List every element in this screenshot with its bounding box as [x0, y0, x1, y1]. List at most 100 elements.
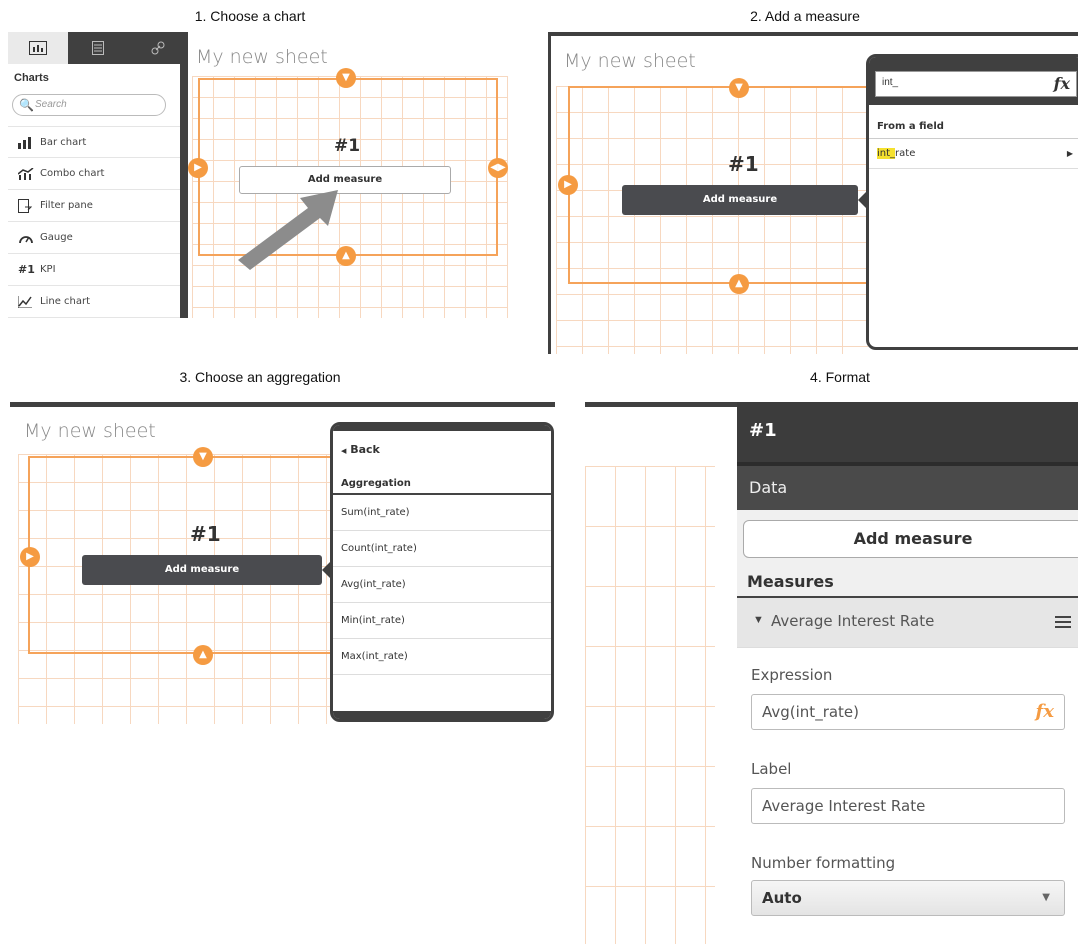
panel-choose-aggregation: My new sheet ▼ ▶ ▲ #1 Add measure ◀ Back…: [10, 402, 555, 724]
aggregation-option-max[interactable]: Max(int_rate): [333, 639, 551, 675]
drag-menu-icon[interactable]: [1055, 616, 1071, 628]
measures-heading: Measures: [747, 572, 834, 591]
sheet-title: My new sheet: [24, 420, 156, 442]
caption-step-4: 4. Format: [810, 369, 870, 385]
expression-value: Avg(int_rate): [762, 703, 860, 721]
chart-type-label: KPI: [40, 264, 56, 275]
chart-type-line[interactable]: Line chart: [8, 286, 180, 318]
number-formatting-select[interactable]: Auto ▼: [751, 880, 1065, 916]
sidebar-heading: Charts: [14, 72, 49, 84]
popup-top-bar: [333, 425, 551, 431]
search-input[interactable]: 🔍 Search: [12, 94, 166, 116]
caption-step-2: 2. Add a measure: [750, 8, 860, 24]
aggregation-option-sum[interactable]: Sum(int_rate): [333, 495, 551, 531]
search-icon: 🔍: [19, 98, 34, 112]
back-label: Back: [350, 443, 380, 456]
chart-type-label: Filter pane: [40, 200, 93, 211]
section-heading: From a field: [869, 115, 1078, 139]
panel-top-border: [548, 32, 1078, 36]
pointer-arrow-icon: [238, 190, 338, 270]
field-item-int-rate[interactable]: int_rate ▶: [869, 139, 1078, 169]
chart-type-kpi[interactable]: #1 KPI: [8, 254, 180, 286]
measure-item-header[interactable]: ▼ Average Interest Rate: [737, 598, 1078, 648]
chart-type-bar[interactable]: Bar chart: [8, 126, 180, 158]
resize-handle-right[interactable]: ◀▶: [488, 158, 508, 178]
add-measure-button[interactable]: Add measure: [743, 520, 1078, 558]
aggregation-option-min[interactable]: Min(int_rate): [333, 603, 551, 639]
resize-handle-left[interactable]: ▶: [20, 547, 40, 567]
line-chart-icon: [17, 286, 36, 318]
resize-handle-top[interactable]: ▼: [729, 78, 749, 98]
resize-handle-bottom[interactable]: ▲: [193, 645, 213, 665]
aggregation-option-avg[interactable]: Avg(int_rate): [333, 567, 551, 603]
chevron-down-icon: ▼: [1042, 892, 1050, 903]
panel-choose-chart: Charts 🔍 Search Bar chart Combo chart Fi…: [8, 32, 513, 318]
measure-name: Average Interest Rate: [771, 612, 935, 630]
aggregation-popup: ◀ Back Aggregation Sum(int_rate) Count(i…: [330, 422, 554, 722]
resize-handle-bottom[interactable]: ▲: [729, 274, 749, 294]
chart-sidebar: Charts 🔍 Search Bar chart Combo chart Fi…: [8, 64, 180, 318]
charts-tab-icon: [29, 41, 47, 55]
fields-tab-icon: [92, 41, 104, 55]
chart-type-label: Gauge: [40, 232, 73, 243]
resize-handle-top[interactable]: ▼: [193, 447, 213, 467]
field-name-rest: rate: [895, 148, 916, 159]
canvas-grid: [585, 466, 715, 944]
add-measure-button[interactable]: Add measure: [622, 185, 858, 215]
chart-type-gauge[interactable]: Gauge: [8, 222, 180, 254]
search-placeholder: Search: [35, 99, 67, 110]
sidebar-tabbar: [8, 32, 188, 64]
properties-header: #1: [737, 402, 1078, 462]
sheet-title: My new sheet: [196, 46, 328, 68]
chart-type-label: Bar chart: [40, 137, 87, 148]
tab-master-items[interactable]: [128, 32, 188, 64]
data-tab-label: Data: [749, 478, 788, 497]
panel-format: #1 Data Add measure Measures ▼ Average I…: [585, 402, 1078, 944]
tab-charts[interactable]: [8, 32, 68, 64]
combo-chart-icon: [17, 158, 36, 192]
gauge-icon: [18, 222, 36, 257]
add-measure-button[interactable]: Add measure: [82, 555, 322, 585]
chart-type-label: Combo chart: [40, 168, 105, 179]
chart-type-filter-pane[interactable]: Filter pane: [8, 190, 180, 222]
expression-input[interactable]: Avg(int_rate) fx: [751, 694, 1065, 730]
number-formatting-value: Auto: [762, 889, 802, 907]
chart-type-label: Line chart: [40, 296, 91, 307]
resize-handle-top[interactable]: ▼: [336, 68, 356, 88]
section-heading: Aggregation: [333, 473, 551, 495]
label-input[interactable]: Average Interest Rate: [751, 788, 1065, 824]
field-match-highlight: int_: [877, 148, 896, 159]
link-icon: [151, 41, 165, 55]
resize-handle-left[interactable]: ▶: [188, 158, 208, 178]
filter-pane-icon: [18, 190, 36, 225]
number-formatting-label: Number formatting: [751, 854, 896, 872]
measure-search-input[interactable]: int_ fx: [875, 71, 1077, 97]
back-button[interactable]: ◀ Back: [333, 435, 551, 465]
caption-step-1: 1. Choose a chart: [194, 8, 306, 24]
kpi-placeholder: #1: [728, 152, 759, 176]
expression-label: Expression: [751, 666, 833, 684]
sheet-canvas: My new sheet ▼ ▶ ◀▶ ▲ #1 Add measure: [188, 32, 513, 318]
back-arrow-icon: ◀: [341, 447, 347, 455]
label-label: Label: [751, 760, 792, 778]
popup-pointer: [322, 562, 330, 578]
fx-icon[interactable]: fx: [1036, 695, 1054, 729]
data-tab[interactable]: Data: [737, 466, 1078, 510]
panel-top-border: [10, 402, 555, 407]
kpi-placeholder: #1: [334, 136, 361, 156]
panel-top-border: [585, 402, 737, 407]
tab-fields[interactable]: [68, 32, 128, 64]
panel-left-border: [548, 32, 551, 354]
popup-pointer: [858, 192, 866, 208]
sheet-title: My new sheet: [564, 50, 696, 72]
fx-icon[interactable]: fx: [1054, 74, 1070, 93]
kpi-icon: #1: [18, 263, 35, 276]
chart-type-combo[interactable]: Combo chart: [8, 158, 180, 190]
chevron-right-icon: ▶: [1066, 149, 1073, 158]
aggregation-option-count[interactable]: Count(int_rate): [333, 531, 551, 567]
bar-chart-icon: [18, 127, 36, 161]
search-input-value: int_: [882, 77, 899, 88]
panel-add-measure: My new sheet ▼ ▶ ▲ #1 Add measure int_ f…: [548, 32, 1078, 354]
resize-handle-left[interactable]: ▶: [558, 175, 578, 195]
collapse-triangle-icon: ▼: [753, 614, 764, 626]
